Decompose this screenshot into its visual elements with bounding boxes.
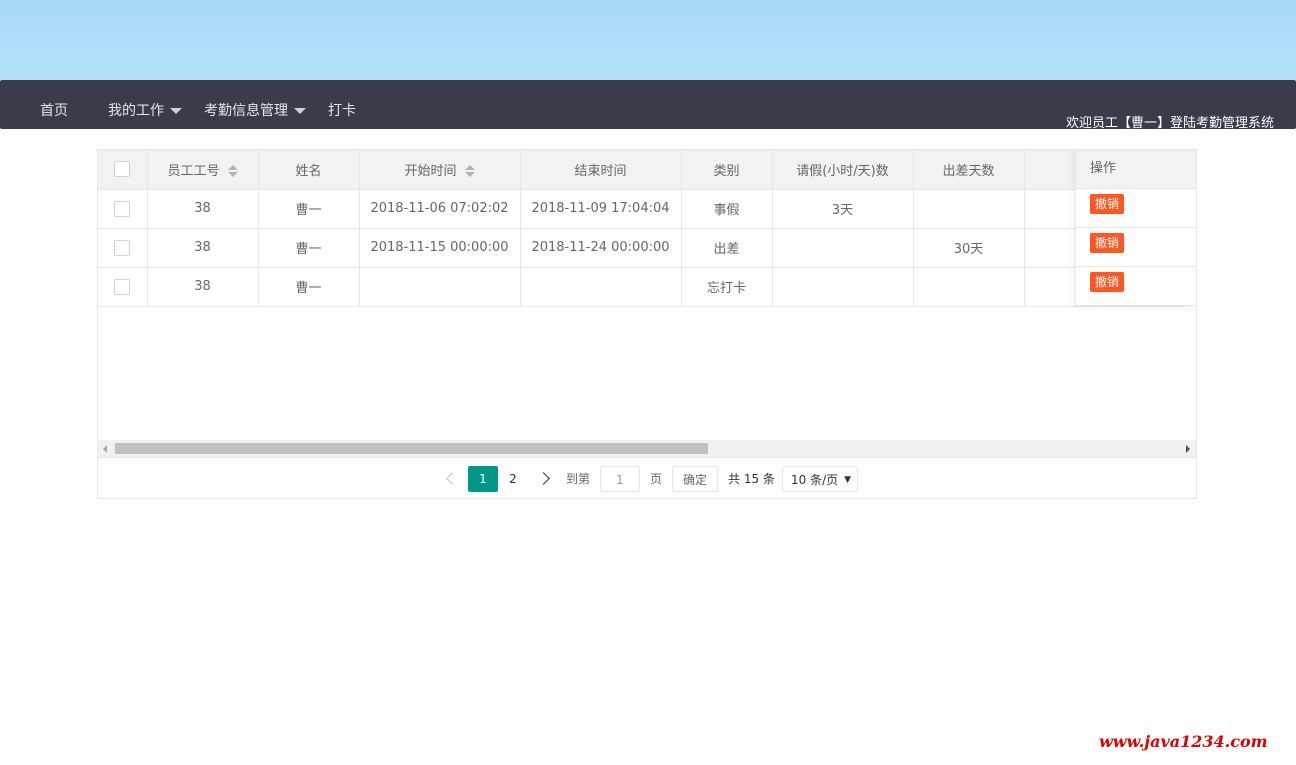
goto-label: 到第 [566, 472, 591, 486]
row-checkbox[interactable] [114, 239, 131, 256]
sort-icon[interactable] [227, 165, 238, 178]
table-viewport: 员工工号 姓名 开始时间 结束时间 类别 请假(小时/天)数 出差天数 忘记 3… [98, 150, 1196, 440]
page-unit-label: 页 [650, 472, 663, 486]
table-row: 38 曹一 忘打卡 20 [98, 266, 1185, 307]
nav-my-work-label: 我的工作 [108, 103, 164, 119]
cell-type: 事假 [680, 188, 773, 229]
scroll-right-icon[interactable] [1186, 445, 1190, 453]
cell-type: 出差 [680, 227, 773, 268]
confirm-button[interactable]: 确定 [672, 466, 718, 492]
dropdown-arrow-icon: ▼ [844, 475, 851, 485]
scrollbar-thumb[interactable] [115, 443, 708, 454]
page-size-value: 10 条/页 [791, 473, 839, 487]
nav-home[interactable]: 首页 [40, 100, 68, 120]
row-select[interactable] [98, 266, 148, 307]
page-current[interactable]: 1 [468, 466, 498, 492]
nav-attendance-label: 考勤信息管理 [204, 103, 288, 119]
watermark-text: www.java1234.com [1099, 732, 1268, 751]
revoke-button[interactable]: 撤销 [1090, 233, 1125, 253]
nav-clock-in[interactable]: 打卡 [328, 100, 356, 120]
header-start-time[interactable]: 开始时间 [358, 150, 521, 190]
select-all-checkbox[interactable] [114, 161, 131, 178]
row-checkbox[interactable] [114, 200, 131, 217]
header-employee-id-label: 员工工号 [167, 163, 220, 179]
table-row: 38 曹一 2018-11-06 07:02:02 2018-11-09 17:… [98, 188, 1185, 229]
nav-attendance-management[interactable]: 考勤信息管理 [204, 100, 306, 120]
scroll-left-icon[interactable] [103, 445, 107, 453]
header-employee-id[interactable]: 员工工号 [146, 150, 259, 190]
row-checkbox[interactable] [114, 278, 131, 295]
cell-trip-days [912, 188, 1025, 229]
chevron-down-icon [294, 108, 306, 114]
goto-page-input[interactable]: 1 [600, 466, 640, 492]
horizontal-scrollbar[interactable] [98, 440, 1196, 457]
header-name: 姓名 [257, 150, 360, 190]
cell-start-time: 2018-11-06 07:02:02 [358, 188, 521, 229]
cell-leave-duration [771, 266, 914, 307]
cell-start-time [358, 266, 521, 307]
table-header-row: 员工工号 姓名 开始时间 结束时间 类别 请假(小时/天)数 出差天数 忘记 [98, 150, 1185, 190]
header-end-time: 结束时间 [519, 150, 682, 190]
cell-leave-duration [771, 227, 914, 268]
pagination: 1 2 到第 1 页 确定 共 15 条 10 条/页 ▼ [98, 457, 1196, 498]
action-cell: 撤销 [1076, 267, 1196, 306]
revoke-button[interactable]: 撤销 [1090, 272, 1125, 292]
header-type: 类别 [680, 150, 773, 190]
nav-my-work[interactable]: 我的工作 [108, 100, 182, 120]
page-size-select[interactable]: 10 条/页 ▼ [782, 466, 858, 492]
prev-page-icon[interactable] [446, 472, 459, 485]
cell-end-time: 2018-11-24 00:00:00 [519, 227, 682, 268]
cell-trip-days [912, 266, 1025, 307]
cell-name: 曹一 [257, 227, 360, 268]
cell-end-time [519, 266, 682, 307]
cell-name: 曹一 [257, 266, 360, 307]
cell-trip-days: 30天 [912, 227, 1025, 268]
row-select[interactable] [98, 227, 148, 268]
top-navbar: 首页 我的工作 考勤信息管理 打卡 欢迎员工【曹一】登陆考勤管理系统 [0, 80, 1296, 131]
page-2[interactable]: 2 [503, 466, 523, 492]
cell-employee-id: 38 [146, 266, 259, 307]
cell-leave-duration: 3天 [771, 188, 914, 229]
cell-type: 忘打卡 [680, 266, 773, 307]
row-select[interactable] [98, 188, 148, 229]
next-page-icon[interactable] [537, 472, 550, 485]
table-row: 38 曹一 2018-11-15 00:00:00 2018-11-24 00:… [98, 227, 1185, 268]
attendance-table: 员工工号 姓名 开始时间 结束时间 类别 请假(小时/天)数 出差天数 忘记 3… [97, 149, 1197, 499]
header-action: 操作 [1076, 150, 1196, 189]
header-leave-duration: 请假(小时/天)数 [771, 150, 914, 190]
action-cell: 撤销 [1076, 189, 1196, 228]
cell-end-time: 2018-11-09 17:04:04 [519, 188, 682, 229]
data-table: 员工工号 姓名 开始时间 结束时间 类别 请假(小时/天)数 出差天数 忘记 3… [98, 150, 1185, 307]
header-select-all[interactable] [98, 150, 148, 190]
revoke-button[interactable]: 撤销 [1090, 194, 1125, 214]
total-count: 共 15 条 [728, 472, 775, 486]
chevron-down-icon [170, 108, 182, 114]
cell-start-time: 2018-11-15 00:00:00 [358, 227, 521, 268]
action-cell: 撤销 [1076, 228, 1196, 267]
header-start-time-label: 开始时间 [404, 163, 457, 179]
header-trip-days: 出差天数 [912, 150, 1025, 190]
cell-employee-id: 38 [146, 227, 259, 268]
header-banner [0, 0, 1296, 80]
welcome-text: 欢迎员工【曹一】登陆考勤管理系统 [1065, 116, 1274, 131]
sort-icon[interactable] [464, 165, 475, 178]
fixed-action-column: 操作 撤销 撤销 撤销 [1075, 150, 1196, 306]
cell-employee-id: 38 [146, 188, 259, 229]
cell-name: 曹一 [257, 188, 360, 229]
